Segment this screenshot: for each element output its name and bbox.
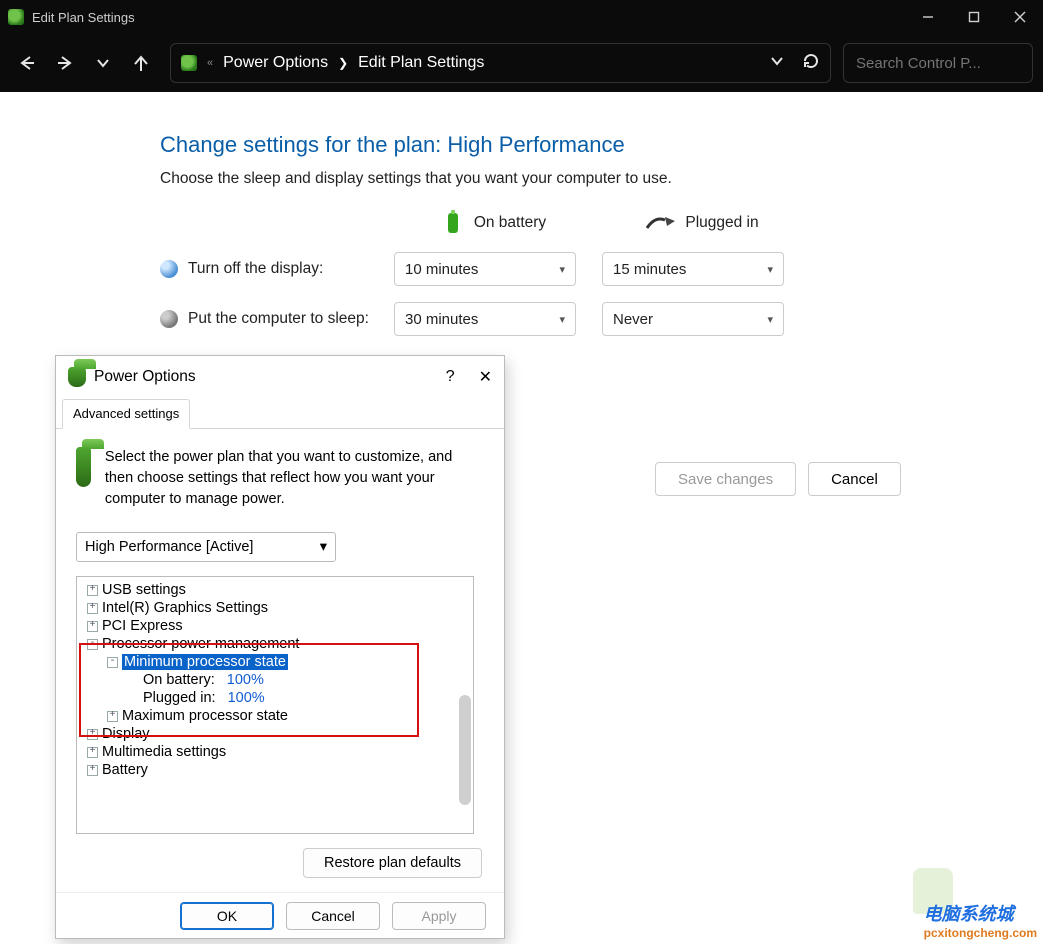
- sleep-plugged-value: Never: [613, 311, 653, 328]
- watermark: 电脑系统城 pcxitongcheng.com: [924, 900, 1037, 940]
- dialog-help-button[interactable]: ?: [446, 368, 455, 386]
- plugged-in-label: Plugged in:: [143, 690, 216, 706]
- expand-icon[interactable]: +: [87, 747, 98, 758]
- ok-button[interactable]: OK: [180, 902, 274, 930]
- scrollbar-thumb[interactable]: [459, 695, 471, 805]
- search-input[interactable]: [856, 55, 1043, 72]
- expand-icon[interactable]: +: [87, 765, 98, 776]
- window-close-button[interactable]: [997, 0, 1043, 34]
- power-plan-icon: [76, 447, 91, 487]
- tree-item-battery[interactable]: +Battery: [79, 761, 471, 779]
- tree-item-max-processor-state[interactable]: +Maximum processor state: [79, 707, 471, 725]
- apply-button[interactable]: Apply: [392, 902, 486, 930]
- watermark-cn: 电脑系统城: [924, 904, 1014, 924]
- chevron-down-icon: ▾: [559, 263, 565, 276]
- column-plugged-in: Plugged in: [685, 214, 758, 232]
- active-plan-select[interactable]: High Performance [Active] ▾: [76, 532, 336, 562]
- expand-icon[interactable]: +: [87, 621, 98, 632]
- app-icon: [8, 9, 24, 25]
- dialog-close-button[interactable]: ✕: [479, 367, 492, 387]
- row-sleep-label: Put the computer to sleep:: [188, 310, 369, 328]
- navigation-bar: « Power Options ❯ Edit Plan Settings: [0, 34, 1043, 92]
- row-display-label: Turn off the display:: [188, 260, 323, 278]
- display-off-plugged-select[interactable]: 15 minutes ▾: [602, 252, 784, 286]
- display-off-plugged-value: 15 minutes: [613, 261, 686, 278]
- tab-advanced-settings[interactable]: Advanced settings: [62, 399, 190, 429]
- settings-tree[interactable]: +USB settings +Intel(R) Graphics Setting…: [76, 576, 474, 834]
- tree-item-usb[interactable]: +USB settings: [79, 581, 471, 599]
- collapse-icon[interactable]: -: [107, 657, 118, 668]
- window-title: Edit Plan Settings: [32, 10, 135, 25]
- watermark-en: pcxitongcheng.com: [924, 926, 1037, 940]
- tree-item-intel-graphics[interactable]: +Intel(R) Graphics Settings: [79, 599, 471, 617]
- up-button[interactable]: [124, 46, 158, 80]
- sleep-plugged-select[interactable]: Never ▾: [602, 302, 784, 336]
- column-on-battery: On battery: [474, 214, 546, 232]
- window-titlebar: Edit Plan Settings: [0, 0, 1043, 34]
- display-off-battery-select[interactable]: 10 minutes ▾: [394, 252, 576, 286]
- restore-defaults-button[interactable]: Restore plan defaults: [303, 848, 482, 878]
- page-subheading: Choose the sleep and display settings th…: [160, 170, 1043, 188]
- breadcrumb-power-options[interactable]: Power Options: [223, 54, 328, 72]
- chevron-down-icon: ▾: [767, 313, 773, 326]
- dialog-title: Power Options: [94, 368, 196, 386]
- minimize-button[interactable]: [905, 0, 951, 34]
- refresh-button[interactable]: [802, 52, 820, 75]
- chevron-down-icon: ▾: [559, 313, 565, 326]
- maximize-button[interactable]: [951, 0, 997, 34]
- on-battery-label: On battery:: [143, 672, 215, 688]
- save-changes-button[interactable]: Save changes: [655, 462, 796, 496]
- dialog-tabstrip: Advanced settings: [56, 398, 504, 429]
- page-title: Change settings for the plan: High Perfo…: [160, 132, 1043, 158]
- sleep-icon: [160, 310, 178, 328]
- tree-item-processor-power[interactable]: -Processor power management: [79, 635, 471, 653]
- back-button[interactable]: [10, 46, 44, 80]
- recent-dropdown[interactable]: [86, 46, 120, 80]
- dialog-cancel-button[interactable]: Cancel: [286, 902, 380, 930]
- plug-icon: [645, 214, 675, 232]
- dialog-description: Select the power plan that you want to c…: [105, 447, 484, 510]
- collapse-icon[interactable]: -: [87, 639, 98, 650]
- on-battery-value[interactable]: 100%: [227, 672, 264, 688]
- chevron-down-icon: ▾: [767, 263, 773, 276]
- sleep-battery-value: 30 minutes: [405, 311, 478, 328]
- expand-icon[interactable]: +: [107, 711, 118, 722]
- forward-button[interactable]: [48, 46, 82, 80]
- breadcrumb-edit-plan[interactable]: Edit Plan Settings: [358, 54, 484, 72]
- breadcrumb-separator-icon[interactable]: ❯: [338, 56, 348, 70]
- tree-item-plugged-in[interactable]: Plugged in: 100%: [79, 689, 471, 707]
- battery-icon: [442, 210, 464, 236]
- active-plan-value: High Performance [Active]: [85, 539, 253, 555]
- tree-item-pci-express[interactable]: +PCI Express: [79, 617, 471, 635]
- expand-icon[interactable]: +: [87, 585, 98, 596]
- chevron-down-icon: ▾: [320, 539, 327, 555]
- power-options-dialog: Power Options ? ✕ Advanced settings Sele…: [55, 355, 505, 939]
- expand-icon[interactable]: +: [87, 603, 98, 614]
- tree-item-multimedia[interactable]: +Multimedia settings: [79, 743, 471, 761]
- address-dropdown-icon[interactable]: [770, 54, 784, 73]
- display-off-icon: [160, 260, 178, 278]
- sleep-battery-select[interactable]: 30 minutes ▾: [394, 302, 576, 336]
- display-off-battery-value: 10 minutes: [405, 261, 478, 278]
- expand-icon[interactable]: +: [87, 729, 98, 740]
- tree-item-min-processor-state[interactable]: -Minimum processor state: [79, 653, 471, 671]
- plugged-in-value[interactable]: 100%: [228, 690, 265, 706]
- breadcrumb-overflow-icon[interactable]: «: [207, 57, 213, 69]
- address-icon: [181, 55, 197, 71]
- tree-item-on-battery[interactable]: On battery: 100%: [79, 671, 471, 689]
- dialog-icon: [68, 367, 86, 387]
- cancel-button[interactable]: Cancel: [808, 462, 901, 496]
- search-box[interactable]: [843, 43, 1033, 83]
- address-bar[interactable]: « Power Options ❯ Edit Plan Settings: [170, 43, 831, 83]
- tree-item-display[interactable]: +Display: [79, 725, 471, 743]
